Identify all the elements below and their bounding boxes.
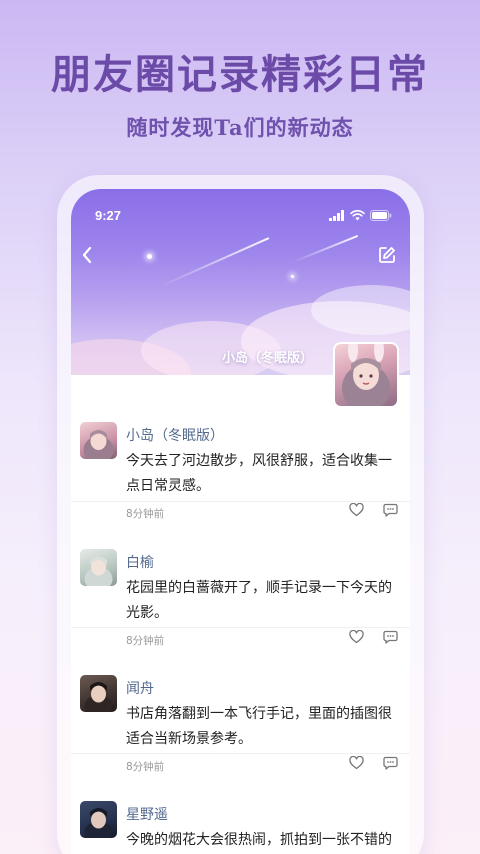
post-content: 花园里的白蔷薇开了，顺手记录一下今天的光影。 — [126, 580, 392, 621]
avatar-portrait — [342, 344, 390, 406]
post-author[interactable]: 星野遥 — [126, 804, 168, 824]
promo-subtitle: 随时发现Ta们的新动态 — [126, 115, 354, 140]
system-icons — [329, 209, 392, 221]
list-item[interactable]: 闻舟 书店角落翻到一本飞行手记，里面的插图很适合当新场景参考。 8分钟前 — [71, 627, 410, 773]
battery-icon — [370, 209, 392, 221]
phone-screen: 9:27 小岛（冬眠版） 小岛（冬眠版） 今天去了河边散步，风很舒服，适合收集一… — [71, 189, 410, 854]
status-time: 9:27 — [95, 207, 122, 223]
post-author[interactable]: 闻舟 — [126, 678, 154, 698]
post-author[interactable]: 白榆 — [126, 552, 154, 572]
avatar[interactable] — [80, 801, 117, 838]
signal-icon — [329, 209, 344, 221]
wifi-icon — [350, 209, 365, 220]
avatar[interactable] — [80, 422, 117, 459]
avatar[interactable] — [80, 675, 117, 712]
chevron-left-icon[interactable] — [81, 246, 93, 264]
post-content: 今天去了河边散步，风很舒服，适合收集一点日常灵感。 — [126, 453, 392, 494]
phone-frame: 9:27 小岛（冬眠版） 小岛（冬眠版） 今天去了河边散步，风很舒服，适合收集一… — [57, 175, 424, 854]
avatar[interactable] — [80, 549, 117, 586]
post-author[interactable]: 小岛（冬眠版） — [126, 425, 224, 445]
list-item[interactable]: 白榆 花园里的白蔷薇开了，顺手记录一下今天的光影。 8分钟前 — [71, 501, 410, 647]
shooting-star-head — [291, 275, 294, 278]
cover-username: 小岛（冬眠版） — [221, 351, 313, 366]
profile-avatar[interactable] — [333, 342, 399, 408]
post-content: 今晚的烟花大会很热闹，抓拍到一张不错的夜景。 — [126, 832, 392, 848]
edit-icon[interactable] — [378, 246, 396, 264]
post-content: 书店角落翻到一本飞行手记，里面的插图很适合当新场景参考。 — [126, 706, 392, 747]
nav-bar — [81, 245, 396, 265]
list-item[interactable]: 星野遥 今晚的烟花大会很热闹，抓拍到一张不错的夜景。 — [71, 753, 410, 854]
status-bar: 9:27 — [95, 207, 392, 223]
promo-title: 朋友圈记录精彩日常 — [51, 51, 429, 98]
